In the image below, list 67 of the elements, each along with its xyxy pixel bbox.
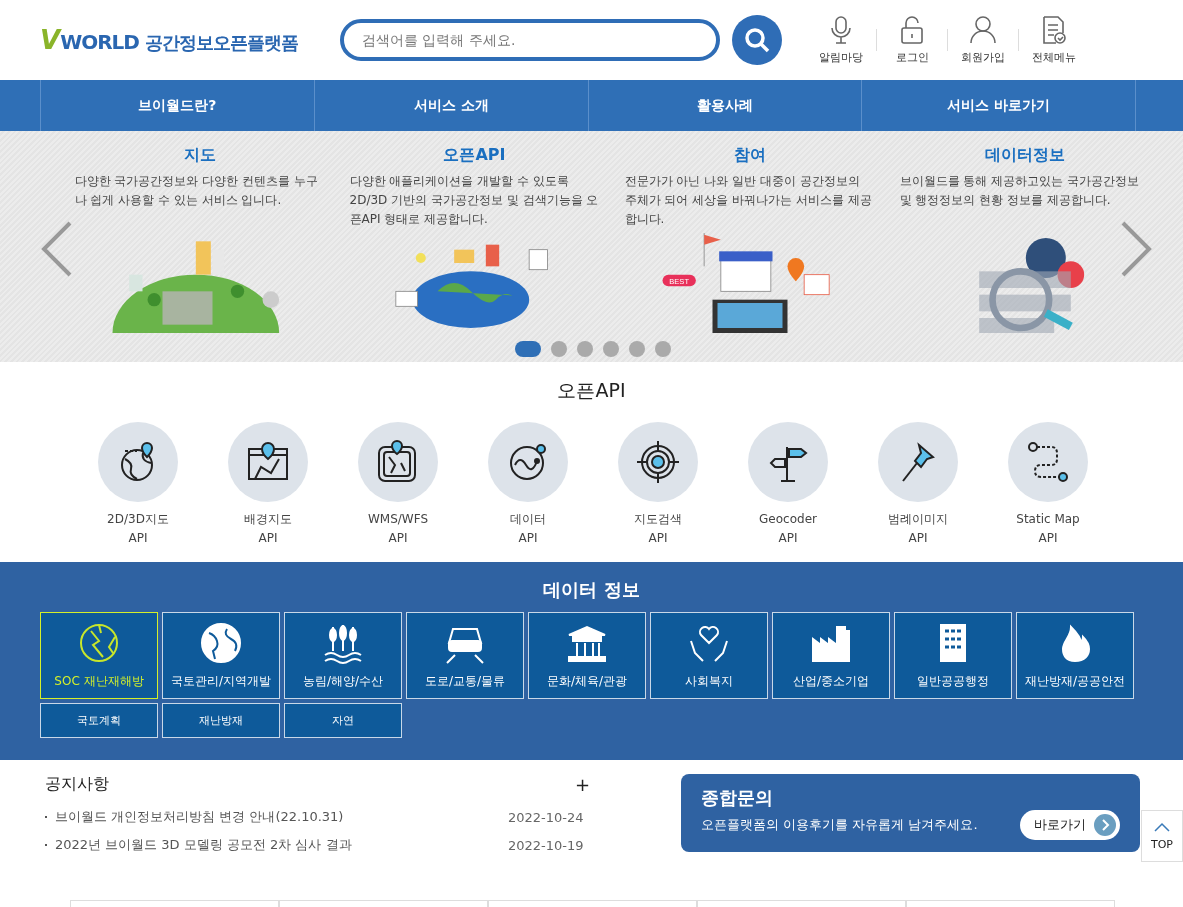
slide-title[interactable]: 참여 <box>733 145 766 166</box>
route-icon <box>1025 439 1071 485</box>
search-field[interactable]: 검색어를 입력해 주세요. <box>340 19 720 61</box>
category-tile[interactable]: 산업/중소기업 <box>772 612 890 699</box>
search-icon <box>744 27 770 53</box>
store-laptop-drawing: BEST <box>634 233 865 333</box>
carousel-dot[interactable] <box>577 341 593 357</box>
logo-wordmark[interactable]: WORLD <box>60 30 139 54</box>
api-link[interactable]: 범례이미지 API <box>853 422 983 548</box>
api-link[interactable]: 2D/3D지도 API <box>73 422 203 548</box>
subcategory-button[interactable]: 국토계획 <box>40 703 158 738</box>
carousel-dot[interactable] <box>629 341 645 357</box>
chevron-right-icon <box>1094 814 1116 836</box>
notice-date: 2022-10-19 <box>508 837 585 853</box>
api-link[interactable]: 데이터 API <box>463 422 593 548</box>
slide-title[interactable]: 오픈API <box>443 145 506 166</box>
category-tile[interactable]: SOC 재난재해방 <box>40 612 158 699</box>
category-tile[interactable]: 문화/체육/관광 <box>528 612 646 699</box>
go-button[interactable]: 바로가기 <box>1020 810 1120 840</box>
api-link[interactable]: 지도검색 API <box>593 422 723 548</box>
utility-link[interactable]: 로그인 <box>883 15 941 65</box>
microphone-icon <box>830 15 852 44</box>
cracked-globe-icon <box>77 621 121 665</box>
chevron-up-icon <box>1154 821 1170 832</box>
carousel-dot[interactable] <box>551 341 567 357</box>
more-button[interactable]: + <box>574 774 590 795</box>
category-tile[interactable]: 도로/교통/물류 <box>406 612 524 699</box>
lock-icon <box>900 15 924 44</box>
notice-date: 2022-10-24 <box>508 809 585 825</box>
category-tile[interactable]: 일반공공행정 <box>894 612 1012 699</box>
notice-link[interactable]: 2022년 브이월드 3D 모델링 공모전 2차 심사 결과 <box>55 836 508 854</box>
next-arrow-icon[interactable] <box>1119 219 1153 279</box>
logo-title[interactable]: 공간정보오픈플랫폼 <box>144 31 298 55</box>
slide-title[interactable]: 데이터정보 <box>984 145 1065 166</box>
search-button[interactable] <box>732 15 782 65</box>
inquiry-text: 오픈플랫폼의 이용후기를 자유롭게 남겨주세요. <box>701 816 978 834</box>
utility-link[interactable]: 회원가입 <box>954 15 1012 65</box>
api-link[interactable]: 배경지도 API <box>203 422 333 548</box>
target-icon <box>635 439 681 485</box>
slide-description: 다양한 애플리케이션을 개발할 수 있도록 2D/3D 기반의 국가공간정보 및 검색기능을 오픈API 형태로 제공합니다. <box>349 173 600 228</box>
category-tile[interactable]: 국토관리/지역개발 <box>162 612 280 699</box>
api-link[interactable]: Geocoder API <box>723 422 853 548</box>
section-title: 데이터 정보 <box>542 578 641 602</box>
inquiry-title: 종합문의 <box>701 786 774 810</box>
slide-description: 전문가가 아닌 나와 일반 대중이 공간정보의 주체가 되어 세상을 바꿔나가는 서비스를 제공합니다. <box>624 173 873 228</box>
slide-description: 다양한 국가공간정보와 다양한 컨텐츠를 누구나 쉽게 사용할 수 있는 서비스 입니다. <box>74 173 319 209</box>
carousel-dot[interactable] <box>655 341 671 357</box>
section-title: 오픈API <box>556 378 627 403</box>
utility-link[interactable]: 알림마당 <box>812 15 870 65</box>
slide-title[interactable]: 지도 <box>183 145 216 166</box>
user-icon <box>970 15 996 44</box>
subcategory-button[interactable]: 자연 <box>284 703 402 738</box>
notice-link[interactable]: 브이월드 개인정보처리방침 변경 안내(22.10.31) <box>55 808 508 826</box>
category-tile[interactable]: 재난방재/공공안전 <box>1016 612 1134 699</box>
api-link[interactable]: Static Map API <box>983 422 1113 548</box>
document-check-icon <box>1042 15 1066 44</box>
carousel-dot[interactable] <box>603 341 619 357</box>
category-tile[interactable]: 사회복지 <box>650 612 768 699</box>
previous-arrow-icon[interactable] <box>40 219 74 279</box>
subcategory-button[interactable]: 재난방재 <box>162 703 280 738</box>
scroll-top-button[interactable]: TOP <box>1141 810 1183 862</box>
category-tile[interactable]: 농림/해양/수산 <box>284 612 402 699</box>
api-link[interactable]: WMS/WFS API <box>333 422 463 548</box>
slide-description: 브이월드를 통해 제공하고있는 국가공간정보 및 행정정보의 현황 정보를 제공합니다. <box>899 173 1140 209</box>
notice-title: 공지사항 <box>45 774 109 795</box>
utility-link[interactable]: 전체메뉴 <box>1025 15 1083 65</box>
globe-icon <box>199 621 243 665</box>
